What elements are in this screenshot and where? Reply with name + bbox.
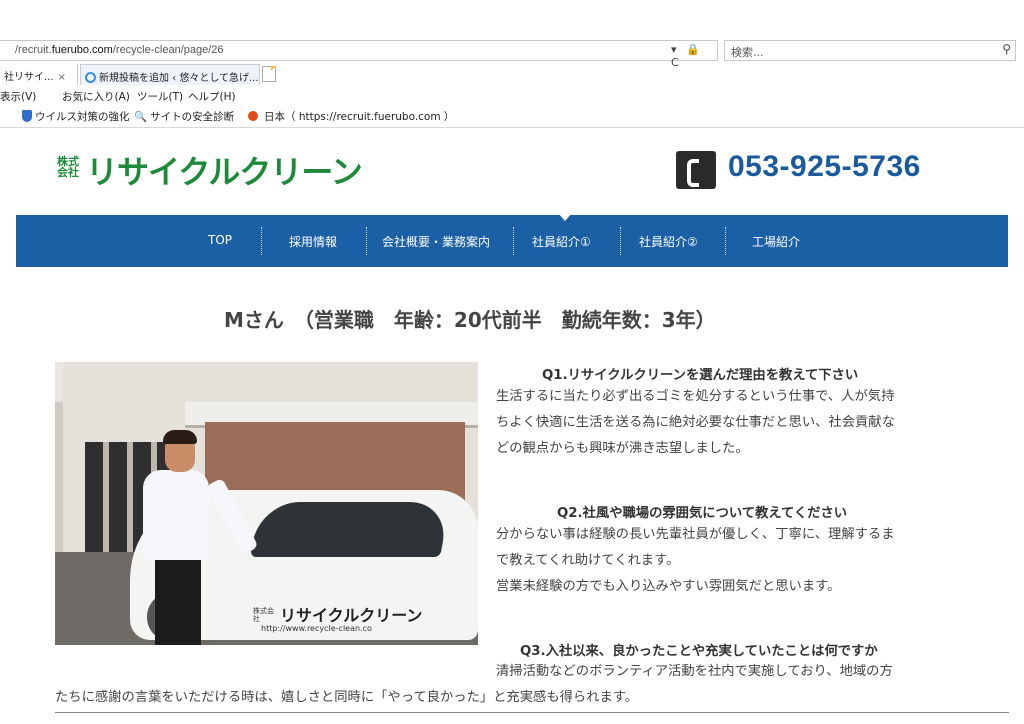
close-icon[interactable]: × [58, 72, 66, 83]
chrome-divider [0, 127, 1024, 128]
tab-label: 新規投稿を追加 ‹ 悠々として急げ... [99, 73, 259, 84]
car-url-text: http://www.recycle-clean.co [261, 624, 372, 633]
answer-3-line-2: たちに感謝の言葉をいただける時は、嬉しさと同時に「やって良かった」と充実感も得ら… [55, 690, 639, 705]
tab-label: 社リサイ... [4, 72, 54, 83]
question-1: Q1.リサイクルクリーンを選んだ理由を教えて下さい [542, 368, 859, 383]
nav-divider [261, 227, 262, 255]
answer-3-line-1: 清掃活動などのボランティア活動を社内で実施しており、地域の方 [496, 664, 893, 679]
tab-recycle-clean[interactable]: 社リサイ... × [0, 64, 78, 85]
search-icon[interactable]: ⚲ [1002, 42, 1011, 56]
browser-tabs: 社リサイ... × 新規投稿を追加 ‹ 悠々として急げ... [0, 64, 1024, 86]
menu-help[interactable]: ヘルプ(H) [188, 89, 236, 104]
address-bar[interactable]: /recruit.fuerubo.com/recycle-clean/page/… [0, 40, 718, 69]
menu-tools[interactable]: ツール(T) [137, 89, 183, 104]
new-tab-icon[interactable] [262, 66, 276, 82]
phone-number[interactable]: 053-925-5736 [728, 150, 921, 184]
favorites-bar: ウイルス対策の強化 🔍 サイトの安全診断 日本（ https://recruit.… [0, 108, 1024, 126]
answer-1: 生活するに当たり必ず出るゴミを処分するという仕事で、人が気持 ちよく快適に生活を… [496, 384, 895, 462]
magnifier-icon: 🔍 [134, 111, 148, 123]
employee-photo: 株式会社 リサイクルクリーン http://www.recycle-clean.… [55, 362, 478, 645]
nav-recruit[interactable]: 採用情報 [289, 233, 337, 250]
logo-company-type: 株式会社 [57, 155, 79, 179]
car-logo-text: リサイクルクリーン [280, 606, 423, 625]
fav-site-check[interactable]: 🔍 サイトの安全診断 [134, 109, 234, 124]
answer-line: 生活するに当たり必ず出るゴミを処分するという仕事で、人が気持 [496, 389, 895, 404]
site-favicon-icon [248, 111, 258, 121]
question-3: Q3.入社以来、良かったことや充実していたことは何ですか [520, 644, 878, 659]
fav-virus-protection[interactable]: ウイルス対策の強化 [22, 109, 130, 124]
nav-company[interactable]: 会社概要・業務案内 [382, 233, 490, 250]
answer-line: ちよく快適に生活を送る為に絶対必要な仕事だと思い、社会貢献な [496, 415, 895, 430]
nav-divider [725, 227, 726, 255]
site-logo[interactable]: リサイクルクリーン [86, 147, 363, 193]
answer-line: 営業未経験の方でも入り込みやすい雰囲気だと思います。 [496, 579, 841, 594]
browser-search-box[interactable]: 検索... ⚲ [724, 40, 1016, 61]
nav-divider [620, 227, 621, 255]
phone-icon [676, 151, 716, 189]
nav-top[interactable]: TOP [208, 233, 232, 247]
answer-2: 分からない事は経験の長い先輩社員が優しく、丁寧に、理解するま で教えてくれ助けて… [496, 522, 895, 600]
question-2: Q2.社風や職場の雰囲気について教えてください [557, 506, 848, 521]
search-placeholder: 検索... [731, 46, 764, 59]
active-nav-pointer [558, 213, 572, 221]
answer-line: どの観点からも興味が沸き志望しました。 [496, 441, 749, 456]
main-nav: TOP 採用情報 会社概要・業務案内 社員紹介① 社員紹介② 工場紹介 [16, 215, 1008, 267]
ie-icon [85, 72, 96, 83]
shield-icon [22, 110, 32, 122]
nav-factory[interactable]: 工場紹介 [752, 233, 800, 250]
answer-line: 分からない事は経験の長い先輩社員が優しく、丁寧に、理解するま [496, 527, 895, 542]
menu-favorites[interactable]: お気に入り(A) [62, 89, 130, 104]
car-logo-small: 株式会社 [253, 607, 274, 623]
address-bar-row: /recruit.fuerubo.com/recycle-clean/page/… [0, 40, 1024, 69]
nav-divider [366, 227, 367, 255]
answer-line: で教えてくれ助けてくれます。 [496, 553, 680, 568]
tab-new-post[interactable]: 新規投稿を追加 ‹ 悠々として急げ... [80, 64, 260, 85]
nav-staff-1[interactable]: 社員紹介① [532, 233, 591, 250]
url-text: /recruit.fuerubo.com/recycle-clean/page/… [15, 44, 224, 56]
page-title: Mさん （営業職 年齢：20代前半 勤続年数：3年） [224, 308, 716, 332]
nav-divider [513, 227, 514, 255]
fav-japan[interactable]: 日本（ https://recruit.fuerubo.com ） [248, 109, 454, 124]
bottom-divider [55, 712, 1009, 713]
nav-staff-2[interactable]: 社員紹介② [639, 233, 698, 250]
menu-view[interactable]: 表示(V) [0, 89, 36, 104]
